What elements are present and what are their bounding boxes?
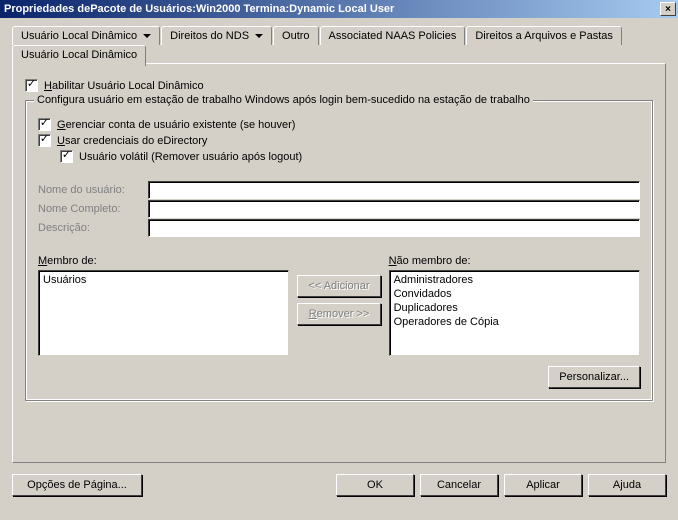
tab-file-rights[interactable]: Direitos a Arquivos e Pastas — [466, 26, 622, 45]
tab-dlu-active[interactable]: Usuário Local Dinâmico — [12, 45, 146, 66]
personalize-row: Personalizar... — [38, 366, 640, 388]
titlebar: Propriedades dePacote de Usuários:Win200… — [0, 0, 678, 18]
member-of-label: Membro de: — [38, 255, 289, 267]
username-input[interactable] — [148, 181, 640, 199]
list-item[interactable]: Administradores — [392, 273, 637, 287]
enable-dlu-row: Habilitar Usuário Local Dinâmico — [25, 79, 653, 92]
tabstrip-row2: Usuário Local Dinâmico — [12, 45, 666, 64]
use-credentials-label: Usar credenciais do eDirectory — [57, 135, 207, 147]
list-item[interactable]: Operadores de Cópia — [392, 315, 637, 329]
use-credentials-row: Usar credenciais do eDirectory — [38, 134, 640, 147]
manage-account-row: Gerenciar conta de usuário existente (se… — [38, 118, 640, 131]
apply-button[interactable]: Aplicar — [504, 474, 582, 496]
list-item[interactable]: Usuários — [41, 273, 286, 287]
tab-naas-policies[interactable]: Associated NAAS Policies — [320, 26, 466, 45]
help-button[interactable]: Ajuda — [588, 474, 666, 496]
transfer-buttons: << Adicionar Remover >> — [297, 275, 380, 325]
add-button[interactable]: << Adicionar — [297, 275, 380, 297]
description-label: Descrição: — [38, 222, 148, 234]
fullname-label: Nome Completo: — [38, 203, 148, 215]
config-groupbox: Configura usuário em estação de trabalho… — [25, 100, 653, 401]
fullname-input[interactable] — [148, 200, 640, 218]
close-button[interactable]: × — [660, 2, 676, 16]
fullname-row: Nome Completo: — [38, 200, 640, 218]
volatile-user-label: Usuário volátil (Remover usuário após lo… — [79, 151, 302, 163]
manage-account-label: Gerenciar conta de usuário existente (se… — [57, 119, 295, 131]
page-options-button[interactable]: Opções de Página... — [12, 474, 142, 496]
tab-other[interactable]: Outro — [273, 26, 319, 45]
not-member-listbox[interactable]: Administradores Convidados Duplicadores … — [389, 270, 640, 356]
description-row: Descrição: — [38, 219, 640, 237]
tabstrip: Usuário Local Dinâmico Direitos do NDS O… — [12, 26, 666, 45]
description-input[interactable] — [148, 219, 640, 237]
window-body: Usuário Local Dinâmico Direitos do NDS O… — [0, 18, 678, 520]
list-item[interactable]: Duplicadores — [392, 301, 637, 315]
member-of-column: Membro de: Usuários — [38, 255, 289, 356]
member-of-listbox[interactable]: Usuários — [38, 270, 289, 356]
not-member-label: Não membro de: — [389, 255, 640, 267]
username-label: Nome do usuário: — [38, 184, 148, 196]
groupbox-legend: Configura usuário em estação de trabalho… — [34, 94, 533, 106]
close-icon: × — [665, 4, 671, 15]
membership-columns: Membro de: Usuários << Adicionar Remover… — [38, 255, 640, 356]
enable-dlu-checkbox[interactable] — [25, 79, 38, 92]
not-member-column: Não membro de: Administradores Convidado… — [389, 255, 640, 356]
tab-panel: Habilitar Usuário Local Dinâmico Configu… — [12, 63, 666, 463]
username-row: Nome do usuário: — [38, 181, 640, 199]
dialog-footer: Opções de Página... OK Cancelar Aplicar … — [12, 474, 666, 496]
ok-button[interactable]: OK — [336, 474, 414, 496]
remove-button[interactable]: Remover >> — [297, 303, 380, 325]
enable-dlu-label: Habilitar Usuário Local Dinâmico — [44, 80, 204, 92]
cancel-button[interactable]: Cancelar — [420, 474, 498, 496]
volatile-user-checkbox[interactable] — [60, 150, 73, 163]
tab-nds-rights[interactable]: Direitos do NDS — [161, 26, 272, 45]
volatile-user-row: Usuário volátil (Remover usuário após lo… — [60, 150, 640, 163]
personalize-button[interactable]: Personalizar... — [548, 366, 640, 388]
list-item[interactable]: Convidados — [392, 287, 637, 301]
window-title: Propriedades dePacote de Usuários:Win200… — [4, 3, 660, 15]
chevron-down-icon — [143, 34, 151, 38]
use-credentials-checkbox[interactable] — [38, 134, 51, 147]
chevron-down-icon — [255, 34, 263, 38]
manage-account-checkbox[interactable] — [38, 118, 51, 131]
tab-dlu-dropdown[interactable]: Usuário Local Dinâmico — [12, 26, 160, 45]
